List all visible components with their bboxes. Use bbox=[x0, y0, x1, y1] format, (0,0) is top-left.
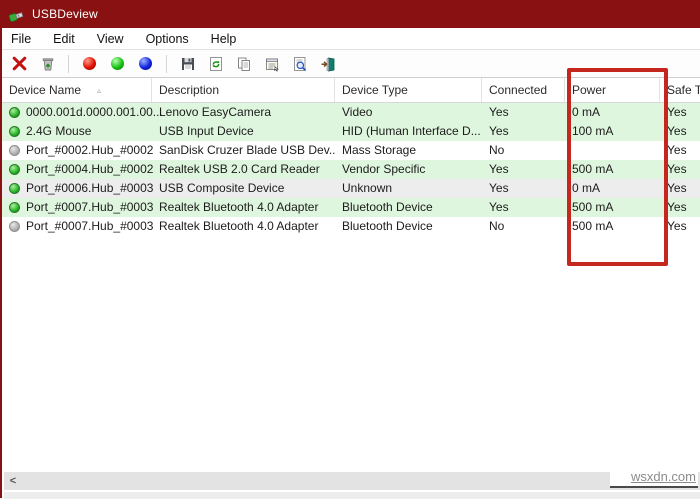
connected-status-icon bbox=[9, 183, 20, 194]
table-row[interactable]: Port_#0007.Hub_#0003 Realtek Bluetooth 4… bbox=[2, 198, 700, 217]
blue-ball-icon[interactable] bbox=[136, 54, 155, 73]
description: SanDisk Cruzer Blade USB Dev... bbox=[159, 143, 335, 157]
watermark: wsxdn.com bbox=[610, 466, 698, 488]
connected: Yes bbox=[489, 124, 509, 138]
save-icon[interactable] bbox=[178, 54, 197, 73]
connected: No bbox=[489, 143, 505, 157]
refresh-icon[interactable] bbox=[206, 54, 225, 73]
connected-status-icon bbox=[9, 126, 20, 137]
power: 0 mA bbox=[572, 181, 601, 195]
menu-view[interactable]: View bbox=[86, 30, 135, 48]
safe-to-unplug: Yes bbox=[667, 124, 687, 138]
safe-to-unplug: Yes bbox=[667, 181, 687, 195]
horizontal-scrollbar[interactable]: < bbox=[4, 472, 700, 490]
device-name: Port_#0002.Hub_#0002 bbox=[26, 143, 154, 157]
table-row[interactable]: 2.4G Mouse USB Input Device HID (Human I… bbox=[2, 122, 700, 141]
device-type: Bluetooth Device bbox=[342, 219, 433, 233]
column-header-power[interactable]: Power bbox=[565, 78, 660, 102]
safe-to-unplug: Yes bbox=[667, 105, 687, 119]
toolbar-separator bbox=[68, 54, 69, 73]
safe-to-unplug: Yes bbox=[667, 200, 687, 214]
description: Lenovo EasyCamera bbox=[159, 105, 272, 119]
safe-to-unplug: Yes bbox=[667, 162, 687, 176]
device-name: 0000.001d.0000.001.00... bbox=[26, 105, 163, 119]
device-name: Port_#0007.Hub_#0003 bbox=[26, 200, 154, 214]
connected-status-icon bbox=[9, 202, 20, 213]
connected: Yes bbox=[489, 162, 509, 176]
table-row[interactable]: Port_#0006.Hub_#0003 USB Composite Devic… bbox=[2, 179, 700, 198]
device-type: HID (Human Interface D... bbox=[342, 124, 481, 138]
toolbar bbox=[2, 50, 700, 78]
disconnected-status-icon bbox=[9, 145, 20, 156]
power: 500 mA bbox=[572, 162, 614, 176]
table-row[interactable]: 0000.001d.0000.001.00... Lenovo EasyCame… bbox=[2, 103, 700, 122]
device-table: Device Name ▵ Description Device Type Con… bbox=[2, 78, 700, 236]
properties-icon[interactable] bbox=[262, 54, 281, 73]
description: Realtek Bluetooth 4.0 Adapter bbox=[159, 200, 319, 214]
column-header-safe-to-unplug[interactable]: Safe Te bbox=[660, 78, 700, 102]
sort-ascending-icon: ▵ bbox=[97, 86, 102, 95]
connected-status-icon bbox=[9, 164, 20, 175]
connected: Yes bbox=[489, 181, 509, 195]
uninstall-delete-icon[interactable] bbox=[10, 54, 29, 73]
scroll-left-button[interactable]: < bbox=[4, 472, 22, 490]
table-header-row: Device Name ▵ Description Device Type Con… bbox=[2, 78, 700, 103]
column-header-device-name[interactable]: Device Name ▵ bbox=[2, 78, 152, 102]
column-header-description[interactable]: Description bbox=[152, 78, 335, 102]
description: USB Composite Device bbox=[159, 181, 285, 195]
menu-file[interactable]: File bbox=[2, 30, 42, 48]
safe-to-unplug: Yes bbox=[667, 219, 687, 233]
device-type: Video bbox=[342, 105, 373, 119]
menubar: File Edit View Options Help bbox=[2, 28, 700, 50]
green-ball-icon[interactable] bbox=[108, 54, 127, 73]
connected: No bbox=[489, 219, 505, 233]
device-name: 2.4G Mouse bbox=[26, 124, 92, 138]
find-icon[interactable] bbox=[290, 54, 309, 73]
table-row[interactable]: Port_#0004.Hub_#0002 Realtek USB 2.0 Car… bbox=[2, 160, 700, 179]
menu-help[interactable]: Help bbox=[200, 30, 248, 48]
usb-app-icon bbox=[8, 6, 25, 23]
device-type: Mass Storage bbox=[342, 143, 417, 157]
column-header-device-type[interactable]: Device Type bbox=[335, 78, 482, 102]
device-name: Port_#0006.Hub_#0003 bbox=[26, 181, 154, 195]
power: 500 mA bbox=[572, 200, 614, 214]
disable-device-trash-icon[interactable] bbox=[38, 54, 57, 73]
device-name: Port_#0007.Hub_#0003 bbox=[26, 219, 154, 233]
scrollbar-track[interactable] bbox=[22, 472, 700, 490]
device-type: Unknown bbox=[342, 181, 393, 195]
safe-to-unplug: Yes bbox=[667, 143, 687, 157]
disconnected-status-icon bbox=[9, 221, 20, 232]
window-title: USBDeview bbox=[32, 7, 98, 21]
description: Realtek Bluetooth 4.0 Adapter bbox=[159, 219, 319, 233]
titlebar[interactable]: USBDeview bbox=[2, 0, 700, 28]
menu-edit[interactable]: Edit bbox=[42, 30, 86, 48]
device-type: Vendor Specific bbox=[342, 162, 426, 176]
power: 100 mA bbox=[572, 124, 614, 138]
connected: Yes bbox=[489, 200, 509, 214]
device-name: Port_#0004.Hub_#0002 bbox=[26, 162, 154, 176]
exit-icon[interactable] bbox=[318, 54, 337, 73]
power: 0 mA bbox=[572, 105, 601, 119]
table-row[interactable]: Port_#0007.Hub_#0003 Realtek Bluetooth 4… bbox=[2, 217, 700, 236]
menu-options[interactable]: Options bbox=[135, 30, 200, 48]
copy-icon[interactable] bbox=[234, 54, 253, 73]
device-type: Bluetooth Device bbox=[342, 200, 433, 214]
connected: Yes bbox=[489, 105, 509, 119]
column-header-connected[interactable]: Connected bbox=[482, 78, 565, 102]
description: USB Input Device bbox=[159, 124, 254, 138]
toolbar-separator bbox=[166, 54, 167, 73]
power: 500 mA bbox=[572, 219, 614, 233]
table-row[interactable]: Port_#0002.Hub_#0002 SanDisk Cruzer Blad… bbox=[2, 141, 700, 160]
connected-status-icon bbox=[9, 107, 20, 118]
usbdeview-window: USBDeview File Edit View Options Help De… bbox=[0, 0, 700, 499]
red-ball-icon[interactable] bbox=[80, 54, 99, 73]
power bbox=[565, 141, 660, 160]
description: Realtek USB 2.0 Card Reader bbox=[159, 162, 320, 176]
